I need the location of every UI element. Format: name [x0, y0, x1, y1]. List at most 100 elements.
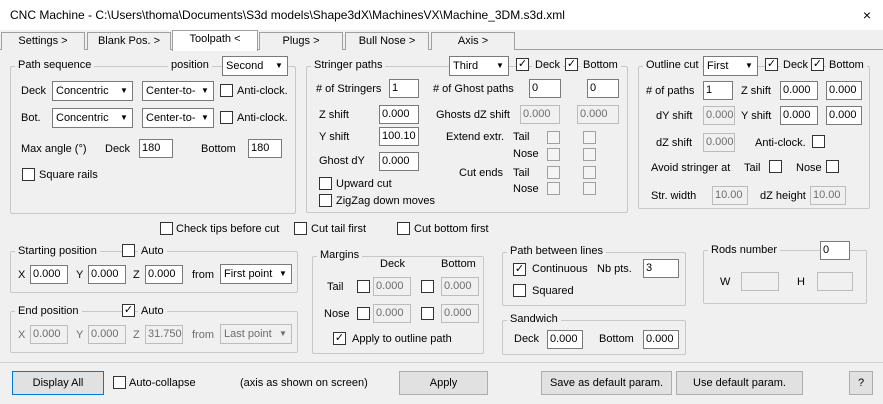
display-all-button[interactable]: Display All: [12, 371, 104, 395]
tab-blank-pos[interactable]: Blank Pos. >: [87, 32, 171, 50]
tab-settings[interactable]: Settings >: [1, 32, 85, 50]
help-button[interactable]: ?: [849, 371, 873, 395]
cut-ends-nose-checkbox-1[interactable]: [547, 182, 560, 195]
deck-start-select[interactable]: Center-to- ▼: [142, 81, 214, 101]
dz-shift-input[interactable]: 0.000: [703, 133, 735, 152]
continuous-checkbox[interactable]: ✓: [513, 263, 526, 276]
apply-button[interactable]: Apply: [399, 371, 488, 395]
tab-axis[interactable]: Axis >: [431, 32, 515, 50]
outline-anticlock-checkbox[interactable]: [812, 135, 825, 148]
ghost-dy-input[interactable]: 0.000: [379, 152, 419, 171]
save-default-button[interactable]: Save as default param.: [541, 371, 672, 395]
cut-ends-tail-label: Tail: [513, 167, 530, 179]
ghosts-dz-input-2[interactable]: 0.000: [577, 105, 619, 124]
outline-mode-select[interactable]: First ▼: [703, 56, 758, 76]
outline-y-shift-input-1[interactable]: 0.000: [780, 106, 818, 125]
close-icon[interactable]: ×: [858, 6, 876, 24]
end-auto-checkbox[interactable]: ✓: [122, 304, 135, 317]
dy-shift-input[interactable]: 0.000: [703, 106, 735, 125]
use-default-button[interactable]: Use default param.: [676, 371, 803, 395]
position-select[interactable]: Second ▼: [222, 56, 288, 76]
stringer-deck-checkbox[interactable]: ✓: [516, 58, 529, 71]
squared-checkbox[interactable]: [513, 284, 526, 297]
cut-ends-tail-checkbox-1[interactable]: [547, 166, 560, 179]
sandwich-deck-input[interactable]: 0.000: [547, 330, 583, 349]
end-x-input[interactable]: 0.000: [30, 325, 68, 344]
bot-start-select[interactable]: Center-to- ▼: [142, 108, 214, 128]
ghosts-dz-input-1[interactable]: 0.000: [520, 105, 560, 124]
start-z-input[interactable]: 0.000: [145, 265, 183, 284]
max-angle-deck-input[interactable]: 180: [139, 139, 173, 158]
apply-outline-checkbox[interactable]: ✓: [333, 332, 346, 345]
num-ghost-input-1[interactable]: 0: [529, 79, 561, 98]
deck-pattern-select[interactable]: Concentric ▼: [52, 81, 133, 101]
end-from-select[interactable]: Last point ▼: [220, 324, 292, 344]
avoid-tail-checkbox[interactable]: [769, 160, 782, 173]
y-shift-label: Y shift: [319, 131, 350, 143]
outline-z-shift-label: Z shift: [741, 85, 771, 97]
outline-y-shift-input-2[interactable]: 0.000: [826, 106, 862, 125]
num-ghost-input-2[interactable]: 0: [587, 79, 619, 98]
chevron-down-icon: ▼: [496, 61, 504, 70]
nb-pts-input[interactable]: 3: [643, 259, 679, 278]
margins-nose-bottom-input[interactable]: 0.000: [441, 304, 479, 323]
sandwich-title: Sandwich: [507, 313, 561, 325]
rods-w-input[interactable]: [741, 272, 779, 291]
margins-nose-deck-input[interactable]: 0.000: [373, 304, 411, 323]
check-tips-checkbox[interactable]: [160, 222, 173, 235]
cut-bottom-first-checkbox[interactable]: [397, 222, 410, 235]
margins-tail-bottom-checkbox[interactable]: [421, 280, 434, 293]
dz-height-input[interactable]: 10.00: [810, 186, 846, 205]
auto-collapse-checkbox[interactable]: [113, 376, 126, 389]
avoid-nose-checkbox[interactable]: [826, 160, 839, 173]
str-width-input[interactable]: 10.00: [712, 186, 748, 205]
margins-tail-deck-checkbox[interactable]: [357, 280, 370, 293]
start-from-select[interactable]: First point ▼: [220, 264, 292, 284]
max-angle-label: Max angle (°): [21, 143, 87, 155]
max-angle-bottom-input[interactable]: 180: [248, 139, 282, 158]
outline-z-shift-input-1[interactable]: 0.000: [780, 81, 818, 100]
start-auto-checkbox[interactable]: [122, 244, 135, 257]
tab-plugs[interactable]: Plugs >: [259, 32, 343, 50]
z-shift-label: Z shift: [319, 109, 349, 121]
outline-z-shift-input-2[interactable]: 0.000: [826, 81, 862, 100]
extend-nose-checkbox-1[interactable]: [547, 148, 560, 161]
cut-tail-first-checkbox[interactable]: [294, 222, 307, 235]
margins-nose-bottom-checkbox[interactable]: [421, 307, 434, 320]
margins-nose-deck-checkbox[interactable]: [357, 307, 370, 320]
outline-bottom-checkbox[interactable]: ✓: [811, 58, 824, 71]
outline-deck-checkbox[interactable]: ✓: [765, 58, 778, 71]
upward-cut-checkbox[interactable]: [319, 177, 332, 190]
end-z-input[interactable]: 31.750: [145, 325, 183, 344]
num-paths-input[interactable]: 1: [703, 81, 733, 100]
chevron-down-icon: ▼: [745, 61, 753, 70]
bot-anticlock-checkbox[interactable]: [220, 111, 233, 124]
tab-bull-nose[interactable]: Bull Nose >: [345, 32, 429, 50]
tab-toolpath[interactable]: Toolpath <: [172, 30, 258, 51]
margins-tail-deck-input[interactable]: 0.000: [373, 277, 411, 296]
stringer-bottom-checkbox[interactable]: ✓: [565, 58, 578, 71]
margins-tail-bottom-input[interactable]: 0.000: [441, 277, 479, 296]
sandwich-bottom-input[interactable]: 0.000: [643, 330, 679, 349]
extend-tail-checkbox-1[interactable]: [547, 131, 560, 144]
end-x-label: X: [18, 329, 26, 341]
cut-ends-nose-checkbox-2[interactable]: [583, 182, 596, 195]
square-rails-checkbox[interactable]: [22, 168, 35, 181]
extend-nose-checkbox-2[interactable]: [583, 148, 596, 161]
deck-anticlock-checkbox[interactable]: [220, 84, 233, 97]
start-x-input[interactable]: 0.000: [30, 265, 68, 284]
stringer-mode-select[interactable]: Third ▼: [449, 56, 509, 76]
bot-pattern-select[interactable]: Concentric ▼: [52, 108, 133, 128]
cut-ends-tail-checkbox-2[interactable]: [583, 166, 596, 179]
y-shift-input[interactable]: 100.10: [379, 127, 419, 146]
rods-h-input[interactable]: [817, 272, 853, 291]
chevron-down-icon: ▼: [279, 269, 287, 278]
z-shift-input[interactable]: 0.000: [379, 105, 419, 124]
end-y-input[interactable]: 0.000: [88, 325, 126, 344]
extend-tail-checkbox-2[interactable]: [583, 131, 596, 144]
zigzag-checkbox[interactable]: [319, 194, 332, 207]
rods-number-input[interactable]: 0: [820, 241, 850, 260]
start-y-input[interactable]: 0.000: [88, 265, 126, 284]
start-x-label: X: [18, 269, 26, 281]
num-stringers-input[interactable]: 1: [389, 79, 419, 98]
